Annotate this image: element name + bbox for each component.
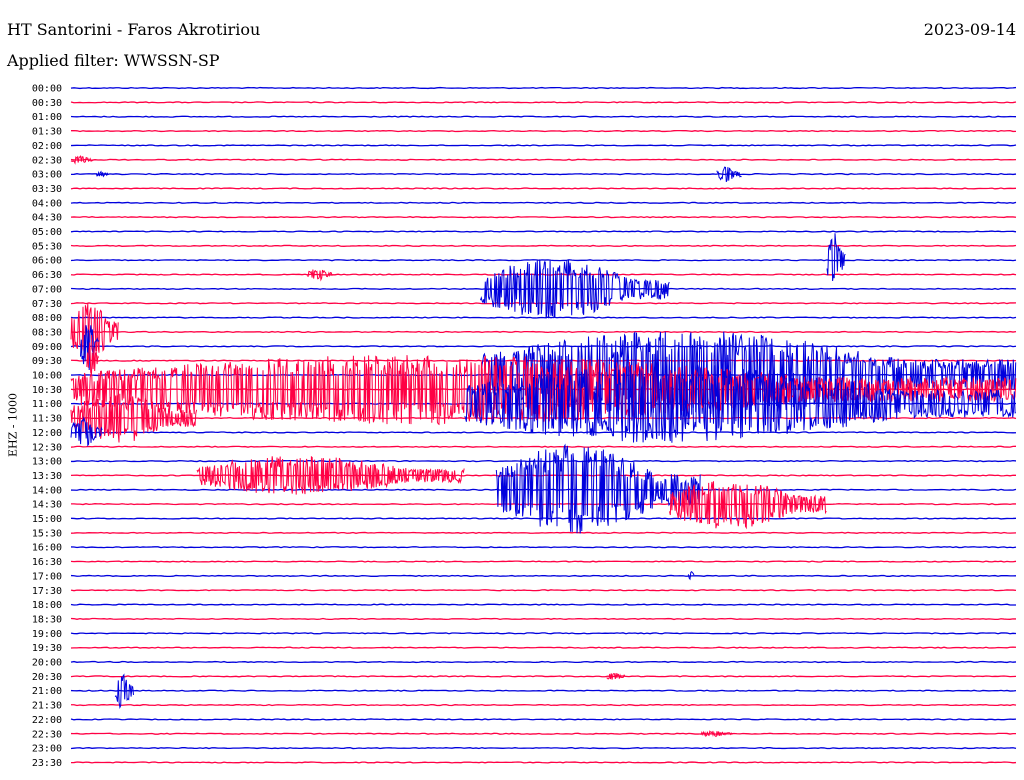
row-time-label: 02:30 <box>32 155 62 166</box>
row-time-label: 06:30 <box>32 270 62 281</box>
trace-line <box>70 718 1017 721</box>
trace-line <box>70 187 1017 190</box>
row-time-label: 00:00 <box>32 84 62 95</box>
row-time-label: 07:00 <box>32 284 62 295</box>
trace-line <box>70 732 1017 735</box>
trace-line <box>70 115 1017 118</box>
row-time-label: 12:30 <box>32 442 62 453</box>
seismic-event-burst <box>114 673 134 710</box>
trace-line <box>70 617 1017 621</box>
row-time-label: 04:00 <box>32 198 62 209</box>
row-time-label: 00:30 <box>32 98 62 109</box>
row-time-label: 10:30 <box>32 385 62 396</box>
trace-line <box>70 302 1017 305</box>
row-time-label: 22:00 <box>32 715 62 726</box>
row-time-label: 14:00 <box>32 485 62 496</box>
row-time-label: 06:00 <box>32 256 62 267</box>
row-time-label: 07:30 <box>32 299 62 310</box>
row-time-label: 12:00 <box>32 428 62 439</box>
trace-line <box>70 574 1017 578</box>
row-time-label: 09:30 <box>32 356 62 367</box>
trace-line <box>70 646 1017 649</box>
trace-line <box>70 172 1017 176</box>
row-time-label: 03:00 <box>32 170 62 181</box>
trace-line <box>70 747 1017 750</box>
row-time-label: 04:30 <box>32 213 62 224</box>
trace-line <box>70 273 1017 276</box>
row-time-label: 17:00 <box>32 571 62 582</box>
row-time-label: 20:00 <box>32 658 62 669</box>
trace-line <box>70 101 1017 104</box>
trace-line <box>70 144 1017 147</box>
trace-line <box>70 216 1017 219</box>
row-time-label: 19:30 <box>32 643 62 654</box>
trace-line <box>70 675 1017 678</box>
trace-line <box>70 129 1017 133</box>
row-time-label: 13:00 <box>32 457 62 468</box>
trace-line <box>70 158 1017 161</box>
row-time-label: 05:00 <box>32 227 62 238</box>
row-time-label: 10:00 <box>32 371 62 382</box>
trace-line <box>70 244 1017 247</box>
row-time-label: 17:30 <box>32 586 62 597</box>
trace-line <box>70 201 1017 204</box>
row-time-label: 16:00 <box>32 543 62 554</box>
row-time-label: 08:30 <box>32 327 62 338</box>
row-time-label: 23:00 <box>32 744 62 755</box>
trace-line <box>70 431 1017 434</box>
row-time-label: 18:00 <box>32 600 62 611</box>
row-time-label: 11:30 <box>32 414 62 425</box>
row-time-label: 03:30 <box>32 184 62 195</box>
trace-line <box>70 445 1017 448</box>
row-time-label: 14:30 <box>32 500 62 511</box>
row-time-label: 11:00 <box>32 399 62 410</box>
row-time-label: 02:00 <box>32 141 62 152</box>
row-time-label: 15:30 <box>32 528 62 539</box>
trace-line <box>70 259 1017 262</box>
trace-line <box>70 703 1017 707</box>
row-time-label: 15:00 <box>32 514 62 525</box>
trace-line <box>70 230 1017 233</box>
trace-line <box>71 459 1017 463</box>
trace-line <box>70 287 1017 291</box>
trace-line <box>70 660 1017 664</box>
seismic-event-burst <box>95 170 109 178</box>
row-time-label: 19:00 <box>32 629 62 640</box>
row-time-label: 18:30 <box>32 614 62 625</box>
row-time-label: 16:30 <box>32 557 62 568</box>
row-time-label: 21:00 <box>32 686 62 697</box>
trace-line <box>70 546 1017 549</box>
trace-line <box>70 560 1017 563</box>
trace-line <box>70 531 1017 534</box>
trace-line <box>70 589 1017 592</box>
trace-line <box>70 316 1017 319</box>
seismogram-svg: 00:00 00:30 01:00 01:30 02:00 02:30 03:00 03:30… <box>32 84 1017 769</box>
row-time-label: 05:30 <box>32 241 62 252</box>
row-time-label: 22:30 <box>32 729 62 740</box>
row-time-label: 01:00 <box>32 112 62 123</box>
trace-line <box>70 761 1017 764</box>
helicorder-plot: HT Santorini - Faros Akrotiriou 2023-09-… <box>0 0 1024 780</box>
trace-line <box>70 632 1017 635</box>
row-time-label: 21:30 <box>32 701 62 712</box>
seismic-event-burst <box>669 481 827 530</box>
trace-line <box>70 503 1017 506</box>
trace-line <box>70 689 1017 692</box>
trace-line <box>70 86 1017 90</box>
trace-line <box>70 345 1017 348</box>
trace-line <box>70 330 1017 334</box>
row-time-label: 20:30 <box>32 672 62 683</box>
row-time-label: 01:30 <box>32 127 62 138</box>
row-time-label: 23:30 <box>32 758 62 769</box>
row-time-label: 08:00 <box>32 313 62 324</box>
trace-line <box>70 603 1017 606</box>
trace-line <box>70 517 1017 520</box>
row-time-label: 13:30 <box>32 471 62 482</box>
row-time-label: 09:00 <box>32 342 62 353</box>
seismic-event-burst <box>196 455 465 495</box>
